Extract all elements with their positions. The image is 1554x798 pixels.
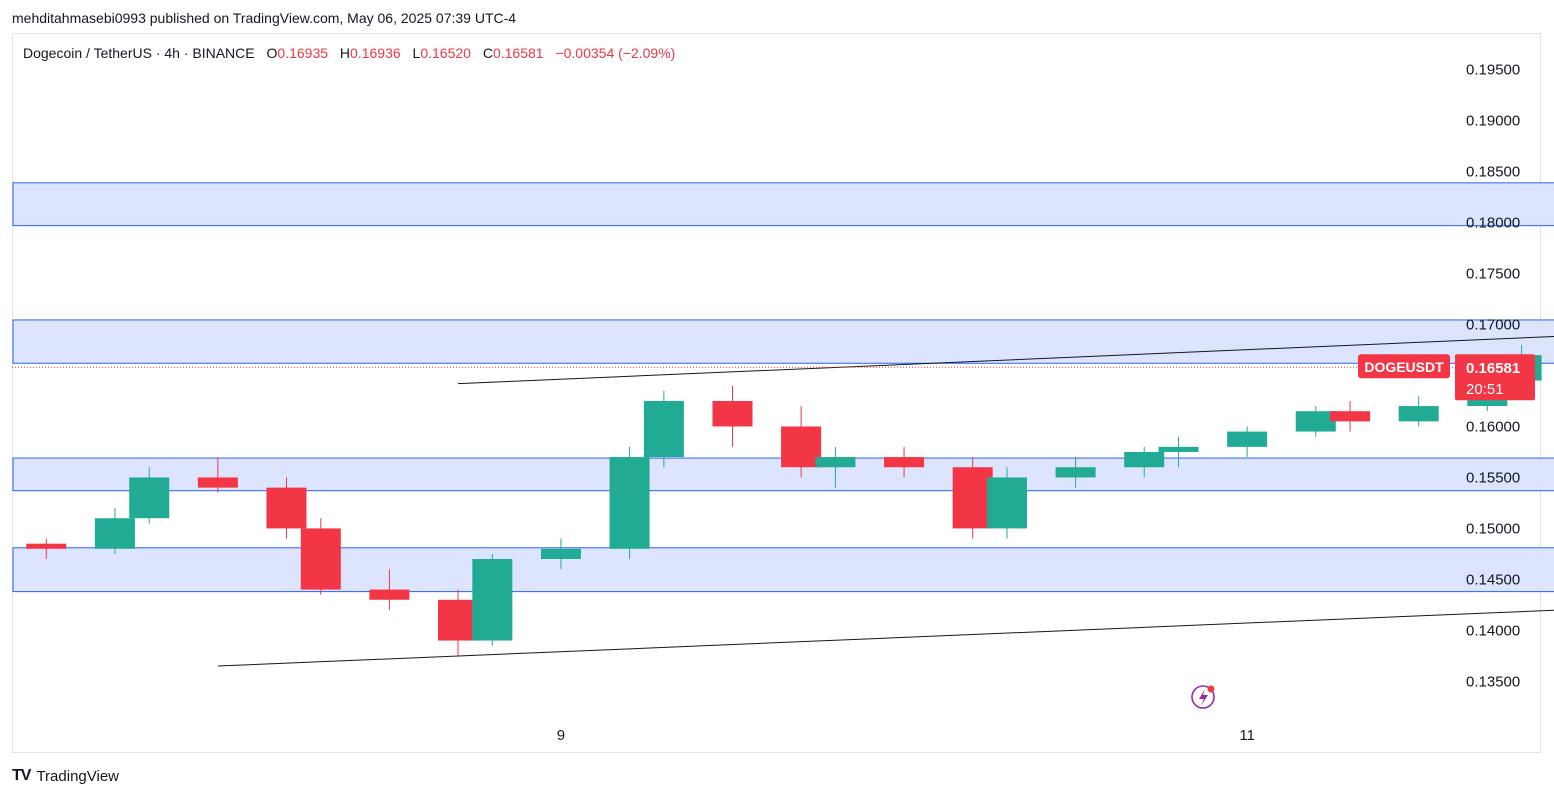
candle-body: [609, 457, 650, 549]
chart-canvas[interactable]: 0.181120.167250.155960.14588 DOGEUSDT 0.…: [0, 0, 1554, 798]
candle-body: [1158, 446, 1199, 452]
last-price-value: 0.16581: [1466, 360, 1520, 377]
candle[interactable]: [300, 518, 341, 595]
high-value: 0.16936: [350, 45, 401, 61]
y-tick-label: 0.18500: [1466, 164, 1520, 181]
open-value: 0.16935: [277, 45, 329, 61]
y-tick-label: 0.13500: [1466, 673, 1520, 690]
close-value: 0.16581: [492, 45, 544, 61]
zone-3[interactable]: [12, 547, 1554, 593]
symbol-tag[interactable]: DOGEUSDT: [1358, 354, 1450, 379]
candle-body: [94, 518, 135, 549]
last-price-tag[interactable]: 0.16581 20:51: [1455, 354, 1535, 401]
zones-layer: 0.181120.167250.155960.14588: [12, 182, 1554, 593]
candle[interactable]: [609, 446, 650, 559]
candle[interactable]: [94, 508, 135, 554]
symbol-title: Dogecoin / TetherUS · 4h · BINANCE: [23, 45, 255, 61]
x-tick-label: 11: [1239, 727, 1255, 744]
candle-body: [369, 589, 410, 600]
candle[interactable]: [986, 467, 1027, 539]
lightning-icon[interactable]: [1191, 685, 1215, 709]
candle-body: [712, 400, 753, 427]
symbol-tag-label: DOGEUSDT: [1364, 359, 1444, 375]
candle-body: [1227, 431, 1268, 447]
candle[interactable]: [1227, 426, 1268, 458]
brand-name: TradingView: [36, 767, 119, 785]
time-axis: 91113151723252729May357911Sun 20 Apr '25…: [557, 727, 1255, 744]
candle-body: [952, 467, 993, 529]
open-label: O: [266, 45, 278, 61]
countdown-value: 20:51: [1466, 381, 1504, 398]
candle[interactable]: [712, 385, 753, 447]
low-value: 0.16520: [420, 45, 471, 61]
y-tick-label: 0.16000: [1466, 418, 1520, 435]
symbol-legend: Dogecoin / TetherUS · 4h · BINANCE O0.16…: [23, 45, 675, 61]
price-axis: 0.19500 0.19000 0.18500 0.18000 0.17500 0.170…: [1455, 62, 1535, 690]
y-tick-label: 0.15000: [1466, 520, 1520, 537]
candle[interactable]: [643, 390, 684, 468]
zone-1[interactable]: [12, 319, 1554, 364]
candle-body: [815, 457, 856, 468]
y-tick-label: 0.14000: [1466, 622, 1520, 639]
y-tick-label: 0.19000: [1466, 113, 1520, 130]
candle-body: [197, 477, 238, 488]
tradingview-brand[interactable]: TV TradingView: [12, 767, 119, 785]
x-tick-label: 9: [557, 727, 565, 744]
candle-body: [472, 558, 513, 641]
candle-body: [300, 528, 341, 590]
candle-body: [540, 548, 581, 559]
tradingview-logo-icon: TV: [12, 767, 31, 784]
candle-body: [1124, 451, 1165, 468]
candle-body: [129, 477, 170, 519]
candle-body: [438, 599, 479, 641]
candle[interactable]: [1295, 406, 1336, 437]
high-label: H: [339, 45, 351, 61]
candle[interactable]: [952, 457, 993, 539]
candle[interactable]: [1330, 400, 1371, 432]
change-value: −0.00354 (−2.09%): [555, 45, 676, 61]
zone-0[interactable]: [12, 182, 1554, 227]
candle-body: [1055, 467, 1096, 478]
y-tick-label: 0.15500: [1466, 469, 1520, 486]
candle-body: [266, 487, 307, 529]
y-tick-label: 0.17000: [1466, 317, 1520, 334]
candle-body: [1398, 406, 1439, 422]
y-tick-label: 0.17500: [1466, 266, 1520, 283]
candle-body: [884, 457, 925, 468]
candle-body: [1295, 411, 1336, 432]
candle-body: [643, 400, 684, 458]
candle-body: [1330, 411, 1371, 422]
candle-body: [26, 543, 67, 549]
overlay-layer: DOGEUSDT: [12, 354, 1458, 379]
close-label: C: [482, 45, 493, 61]
y-tick-label: 0.19500: [1466, 62, 1520, 79]
y-tick-label: 0.18000: [1466, 215, 1520, 232]
candle-body: [781, 426, 822, 468]
candle[interactable]: [781, 406, 822, 478]
candle[interactable]: [472, 553, 513, 646]
candle[interactable]: [1398, 395, 1439, 427]
candle-body: [986, 477, 1027, 529]
candle[interactable]: [438, 589, 479, 656]
y-tick-label: 0.14500: [1466, 571, 1520, 588]
